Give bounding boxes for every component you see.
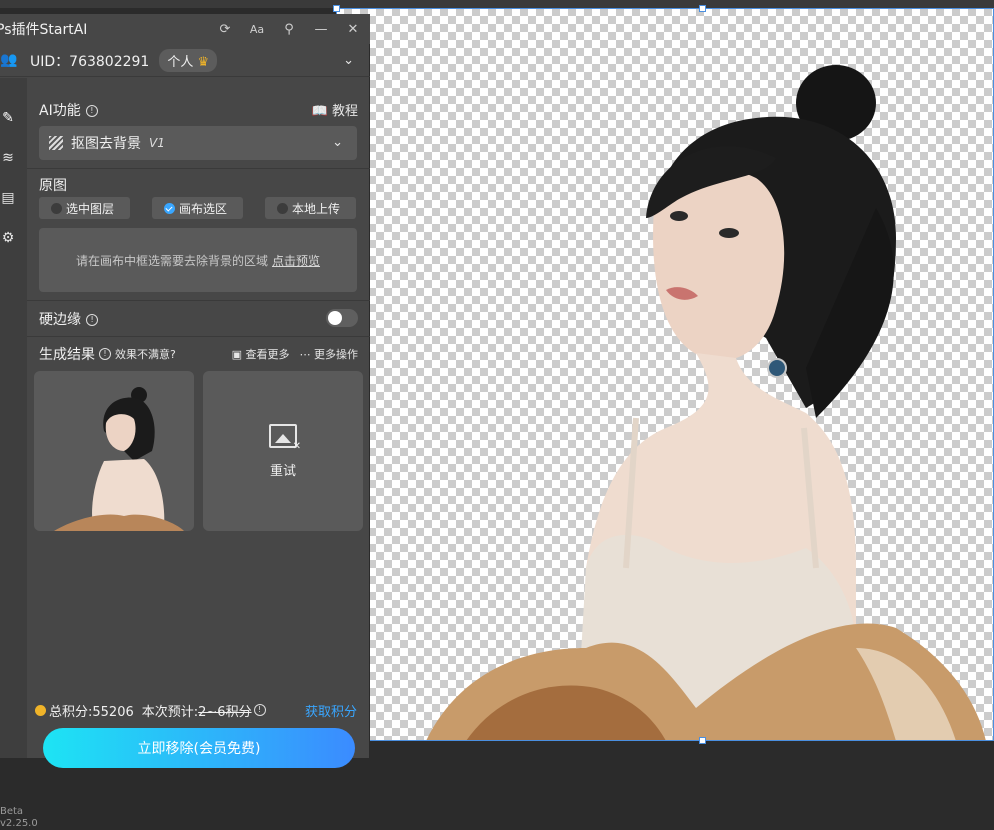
toggle-knob (328, 311, 342, 325)
source-radio-group: 选中图层 画布选区 本地上传 (39, 197, 357, 219)
refresh-icon[interactable]: ⟳ (216, 22, 234, 37)
book-icon: 📖 (311, 104, 328, 119)
source-label: 原图 (39, 178, 67, 194)
crown-icon: ♛ (197, 55, 210, 70)
version-beta: Beta (0, 806, 24, 817)
hard-edge-toggle[interactable] (326, 309, 358, 327)
source-option-local-upload[interactable]: 本地上传 (265, 197, 356, 219)
results-header: 生成结果 ! 效果不满意? (39, 344, 176, 364)
estimate-value: 2~6积分 (198, 704, 252, 720)
font-size-icon[interactable]: Aa (248, 23, 266, 36)
source-option-selected-layer[interactable]: 选中图层 (39, 197, 130, 219)
info-icon[interactable]: ! (253, 704, 266, 716)
chevron-down-icon[interactable]: ⌄ (343, 53, 354, 68)
selection-hint-text: 请在画布中框选需要去除背景的区域 (75, 253, 268, 268)
panel-titlebar[interactable]: Ps插件StartAI ⟳ Aa ⚲ — ✕ (0, 14, 370, 44)
info-icon[interactable]: ! (85, 104, 98, 117)
close-icon[interactable]: ✕ (344, 22, 362, 37)
host-app-topbar (0, 0, 994, 8)
image-retry-icon: ✕ (269, 423, 301, 452)
version-tag: V1 (149, 136, 165, 150)
total-points: 总积分:55206 (49, 704, 134, 720)
pin-icon[interactable]: ⚲ (280, 22, 298, 37)
info-icon[interactable]: ! (86, 313, 99, 326)
panel-sidebar: ✎ ≋ ▤ ⚙ Beta v2.25.0 (0, 78, 38, 829)
result-thumbnail-image (54, 387, 184, 531)
source-option-label: 画布选区 (179, 201, 228, 216)
tutorial-label: 教程 (331, 104, 358, 119)
get-points-link[interactable]: 获取积分 (305, 701, 357, 720)
view-more-label: 查看更多 (245, 348, 290, 361)
source-option-canvas-selection[interactable]: 画布选区 (152, 197, 243, 219)
retry-label: 重试 (269, 463, 296, 479)
ai-function-value: 抠图去背景 (71, 136, 141, 152)
divider (27, 300, 370, 301)
user-bar[interactable]: 👥 UID：763802291 个人 ♛ ⌄ (0, 45, 370, 77)
feedback-link[interactable]: 效果不满意? (115, 346, 176, 362)
ai-function-select[interactable]: 抠图去背景 V1 ⌄ (39, 126, 357, 160)
divider (27, 168, 370, 169)
panel-title: Ps插件StartAI (0, 22, 88, 38)
source-option-label: 本地上传 (292, 201, 341, 216)
source-option-label: 选中图层 (66, 201, 115, 216)
radio-checked-icon (164, 202, 175, 214)
result-thumbnail[interactable] (34, 371, 194, 531)
more-icon: ⋯ (299, 348, 311, 361)
hard-edge-row: 硬边缘 ! (39, 309, 99, 329)
history-icon[interactable]: ▤ (0, 190, 16, 208)
settings-icon[interactable]: ⚙ (0, 230, 16, 248)
points-row: 总积分:55206 本次预计: 2~6积分 ! 获取积分 (35, 701, 365, 720)
hard-edge-label: 硬边缘 (39, 312, 81, 328)
layers-icon[interactable]: ≋ (0, 150, 16, 168)
user-uid: UID：763802291 (30, 53, 150, 70)
chevron-down-icon: ⌄ (332, 135, 343, 150)
ai-function-label: AI功能 (39, 103, 81, 119)
panel-main: AI功能 ! 📖 教程 抠图去背景 V1 ⌄ 原图 选中图层 画布选区 本地上传… (27, 78, 370, 768)
coin-icon (35, 704, 46, 716)
tutorial-link[interactable]: 📖 教程 (312, 100, 358, 119)
retry-card[interactable]: ✕ 重试 (203, 371, 363, 531)
version-label: Beta v2.25.0 (0, 806, 38, 830)
view-more-icon: ▣ (231, 348, 242, 361)
more-actions-button[interactable]: ⋯ 更多操作 (300, 346, 359, 362)
plan-badge: 个人 ♛ (159, 49, 218, 72)
view-more-button[interactable]: ▣ 查看更多 (232, 346, 290, 362)
document-canvas[interactable] (336, 8, 994, 741)
remove-background-button[interactable]: 立即移除(会员免费) (43, 728, 355, 768)
user-group-icon: 👥 (0, 52, 18, 68)
cutout-icon (49, 136, 63, 150)
startai-plugin-panel: Ps插件StartAI ⟳ Aa ⚲ — ✕ 👥 UID：763802291 个… (0, 14, 370, 829)
cutout-subject-image (426, 65, 986, 741)
plan-badge-label: 个人 (167, 55, 194, 70)
edit-icon[interactable]: ✎ (0, 110, 16, 128)
more-actions-label: 更多操作 (314, 348, 358, 361)
ai-function-header: AI功能 ! (39, 100, 98, 120)
preview-link[interactable]: 点击预览 (272, 252, 320, 269)
transform-handle-bottom[interactable] (699, 737, 706, 744)
selection-hint-box: 请在画布中框选需要去除背景的区域 点击预览 (39, 228, 357, 292)
minimize-icon[interactable]: — (312, 22, 330, 37)
transform-handle-top[interactable] (699, 5, 706, 12)
results-label: 生成结果 (39, 347, 95, 363)
results-actions: ▣ 查看更多 ⋯ 更多操作 (232, 346, 358, 362)
info-icon: ! (99, 348, 111, 360)
titlebar-actions: ⟳ Aa ⚲ — ✕ (216, 14, 362, 44)
version-number: v2.25.0 (0, 818, 38, 829)
radio-icon (277, 202, 288, 214)
divider (27, 336, 370, 337)
radio-icon (51, 202, 62, 214)
estimate-label: 本次预计: (141, 704, 199, 720)
transform-handle-top-left[interactable] (333, 5, 340, 12)
